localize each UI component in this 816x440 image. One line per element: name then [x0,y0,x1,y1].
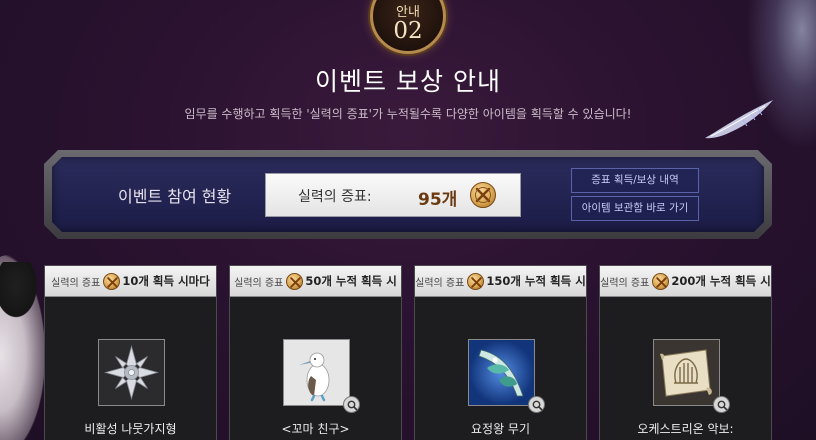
reward-card-header: 실력의 증표 10개 획득 시마다 [45,266,216,297]
reward-card-header: 실력의 증표 150개 누적 획득 시 [415,266,586,297]
penguin-head-art [0,262,40,322]
item-storage-button[interactable]: 아이템 보관함 바로 가기 [571,196,699,221]
badge-number: 02 [393,18,423,44]
zoom-icon[interactable] [343,396,360,413]
silver-cross-emblem-icon[interactable] [98,339,165,406]
reward-card-prefix: 실력의 증표 [600,277,650,289]
reward-card-header: 실력의 증표 50개 누적 획득 시 [230,266,401,297]
participation-status-label: 이벤트 참여 현황 [118,187,232,206]
fairy-weapon-icon[interactable] [468,339,535,406]
token-counter-value: 95개 [418,190,458,210]
booby-bird-icon[interactable] [283,339,350,406]
reward-card-4: 실력의 증표 200개 누적 획득 시 오케스트리온 악보: [599,265,772,440]
reward-card-prefix: 실력의 증표 [234,277,284,289]
reward-item-name: 오케스트리온 악보: [637,422,734,436]
page-title: 이벤트 보상 안내 [315,67,501,96]
token-medal-icon [103,272,121,290]
token-medal-icon [467,272,485,290]
reward-card-condition: 50개 누적 획득 시 [305,274,397,288]
zoom-icon[interactable] [713,396,730,413]
zoom-icon[interactable] [528,396,545,413]
reward-item-name: 요정왕 무기 [470,422,530,436]
reward-card-3: 실력의 증표 150개 누적 획득 시 요정왕 무기 [414,265,587,440]
token-medal-icon [286,272,304,290]
reward-card-condition: 150개 누적 획득 시 [486,274,586,288]
orchestrion-scroll-icon[interactable] [653,339,720,406]
guide-badge: 안내 02 [370,0,446,54]
token-counter: 실력의 증표: 95개 [265,173,521,217]
reward-card-condition: 10개 획득 시마다 [122,274,210,288]
token-history-button[interactable]: 증표 획득/보상 내역 [571,168,699,193]
reward-card-prefix: 실력의 증표 [51,277,101,289]
reward-card-header: 실력의 증표 200개 누적 획득 시 [600,266,771,297]
reward-card-2: 실력의 증표 50개 누적 획득 시 <꼬마 친구> [229,265,402,440]
reward-item-name: <꼬마 친구> [281,422,350,436]
reward-card-1: 실력의 증표 10개 획득 시마다 비활성 나뭇가지형 [44,265,217,440]
reward-card-condition: 200개 누적 획득 시 [671,274,771,288]
token-counter-label: 실력의 증표: [298,189,372,205]
token-medal-icon [652,272,670,290]
reward-card-prefix: 실력의 증표 [415,277,465,289]
page-subtitle: 임무를 수행하고 획득한 '실력의 증표'가 누적될수록 다양한 아이템을 획득… [184,107,632,121]
reward-item-name: 비활성 나뭇가지형 [84,422,177,436]
token-medal-icon [470,182,496,208]
